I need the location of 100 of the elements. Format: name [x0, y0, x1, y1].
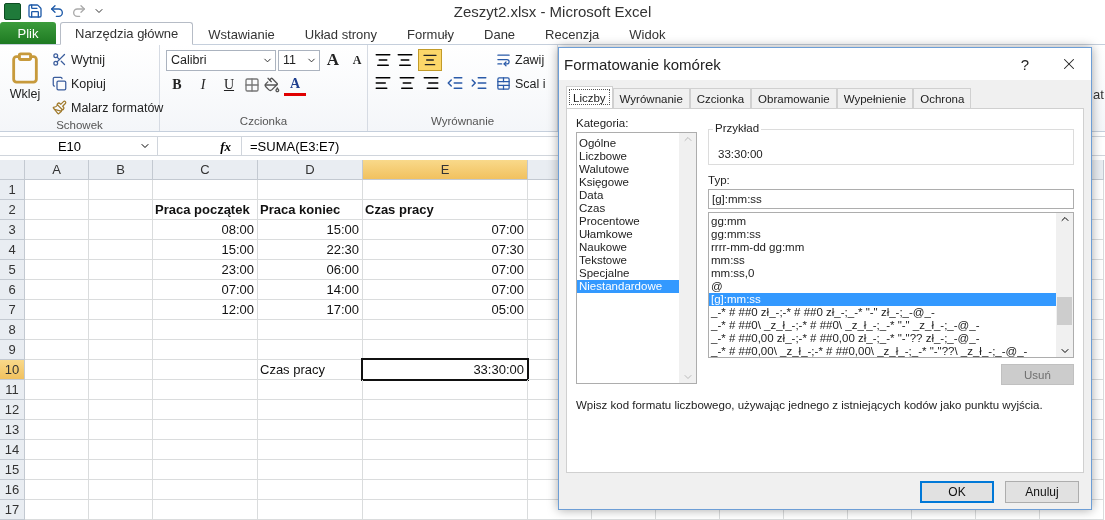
format-item[interactable]: rrrr-mm-dd gg:mm: [709, 241, 1056, 254]
cell-text: 14:00: [325, 282, 359, 297]
row-header[interactable]: 3: [0, 220, 25, 240]
italic-button[interactable]: I: [192, 74, 214, 96]
cell-text: 07:00: [220, 282, 254, 297]
ribbon-tab[interactable]: Wstawianie: [193, 22, 290, 45]
font-name-field[interactable]: Calibri: [166, 49, 276, 71]
format-item[interactable]: _-* # ##0,00 zł_-;-* # ##0,00 zł_-;_-* "-"?? zł_-;_-@_-: [709, 332, 1056, 345]
cell-text: 07:30: [490, 242, 524, 257]
paste-button[interactable]: Wklej: [6, 49, 44, 118]
row-header[interactable]: 15: [0, 460, 25, 480]
font-color-button[interactable]: A: [284, 74, 306, 96]
cell-text: 07:00: [490, 262, 524, 277]
category-item[interactable]: Księgowe: [577, 176, 679, 189]
row-header[interactable]: 7: [0, 300, 25, 320]
category-list[interactable]: Ogólne Liczbowe Walutowe Księgowe Data Czas Procentowe Ułamkowe Naukowe Tekstowe Specjalne Niestandardowe: [576, 132, 697, 384]
insert-function-button[interactable]: fx: [158, 136, 242, 156]
category-item[interactable]: Tekstowe: [577, 254, 679, 267]
category-label: Kategoria:: [576, 117, 630, 129]
row-header[interactable]: 12: [0, 400, 25, 420]
cell-text: 15:00: [325, 222, 359, 237]
row-header[interactable]: 10: [0, 360, 25, 380]
bold-button[interactable]: B: [166, 74, 188, 96]
ribbon-tab[interactable]: Formuły: [392, 22, 469, 45]
name-box[interactable]: E10: [0, 136, 158, 156]
group-label: Wyrównanie: [429, 114, 496, 129]
grow-font-button[interactable]: A: [322, 49, 344, 71]
row-header[interactable]: 17: [0, 500, 25, 520]
category-item[interactable]: Ułamkowe: [577, 228, 679, 241]
file-tab[interactable]: Plik: [0, 22, 56, 44]
ribbon-tab[interactable]: Dane: [469, 22, 531, 45]
ribbon-tab[interactable]: Widok: [614, 22, 681, 45]
merge-button[interactable]: Scal i: [494, 73, 548, 94]
format-item[interactable]: gg:mm: [709, 215, 1056, 228]
row-header[interactable]: 5: [0, 260, 25, 280]
group-label: Schowek: [55, 118, 104, 133]
ribbon-tab[interactable]: Recenzja: [530, 22, 615, 45]
category-item[interactable]: Czas: [577, 202, 679, 215]
format-item[interactable]: mm:ss,0: [709, 267, 1056, 280]
format-item[interactable]: _-* # ##0 zł_-;-* # ##0 zł_-;_-* "-" zł_-;_-@_-: [709, 306, 1056, 319]
dialog-tab[interactable]: Obramowanie: [751, 88, 837, 108]
column-header[interactable]: A: [25, 160, 89, 180]
cell-text: 12:00: [220, 302, 254, 317]
active-cell[interactable]: 33:30:00: [363, 360, 527, 379]
column-header[interactable]: B: [89, 160, 153, 180]
format-code-field[interactable]: [g]:mm:ss: [708, 189, 1074, 209]
ok-button[interactable]: OK: [920, 481, 994, 503]
row-header[interactable]: 16: [0, 480, 25, 500]
dialog-tab[interactable]: Czcionka: [689, 88, 752, 108]
cell-text: Czas pracy: [260, 362, 327, 377]
help-button[interactable]: ?: [1003, 48, 1047, 80]
cell-text: 08:00: [220, 222, 254, 237]
category-item[interactable]: Procentowe: [577, 215, 679, 228]
ribbon-tab[interactable]: Narzędzia główne: [60, 22, 194, 45]
cell-text: 17:00: [325, 302, 359, 317]
cell-text: 15:00: [220, 242, 254, 257]
column-header[interactable]: C: [153, 160, 258, 180]
format-painter-button[interactable]: Malarz formatów: [50, 97, 166, 118]
category-item[interactable]: Ogólne: [577, 137, 679, 150]
cut-button[interactable]: Wytnij: [50, 49, 166, 70]
sample-label: Przykład: [713, 122, 762, 134]
category-item[interactable]: Specjalne: [577, 267, 679, 280]
column-header[interactable]: D: [258, 160, 363, 180]
cell-text: 23:00: [220, 262, 254, 277]
category-item[interactable]: Liczbowe: [577, 150, 679, 163]
format-item[interactable]: gg:mm:ss: [709, 228, 1056, 241]
column-header[interactable]: E: [363, 160, 528, 180]
format-item[interactable]: mm:ss: [709, 254, 1056, 267]
row-header[interactable]: 13: [0, 420, 25, 440]
row-header[interactable]: 2: [0, 200, 25, 220]
wrap-text-button[interactable]: Zawij: [494, 49, 548, 70]
copy-button[interactable]: Kopiuj: [50, 73, 166, 94]
row-header[interactable]: 9: [0, 340, 25, 360]
format-item[interactable]: @: [709, 280, 1056, 293]
shrink-font-button[interactable]: A: [346, 49, 368, 71]
cancel-button[interactable]: Anuluj: [1005, 481, 1079, 503]
category-item[interactable]: Walutowe: [577, 163, 679, 176]
category-item[interactable]: Data: [577, 189, 679, 202]
cell-text: 22:30: [325, 242, 359, 257]
ribbon-tab[interactable]: Układ strony: [289, 22, 393, 45]
dialog-title: Formatowanie komórek: [564, 55, 722, 73]
row-header[interactable]: 11: [0, 380, 25, 400]
formula-field[interactable]: =SUMA(E3:E7): [242, 138, 340, 154]
ribbon-label: at: [1093, 87, 1104, 102]
dialog-tab[interactable]: Wyrównanie: [612, 88, 690, 108]
cell-text: 06:00: [325, 262, 359, 277]
row-header[interactable]: 1: [0, 180, 25, 200]
row-header[interactable]: 14: [0, 440, 25, 460]
dialog-tab[interactable]: Wypełnienie: [836, 88, 914, 108]
dialog-tab[interactable]: Ochrona: [913, 88, 972, 108]
category-item[interactable]: Naukowe: [577, 241, 679, 254]
row-header[interactable]: 4: [0, 240, 25, 260]
row-header[interactable]: 6: [0, 280, 25, 300]
format-item[interactable]: _-* # ##0,00\ _z_ł_-;-* # ##0,00\ _z_ł_-;_-* "-"??\ _z_ł_-;_-@_-: [709, 345, 1056, 357]
cell-text: Praca koniec: [260, 202, 342, 217]
row-header[interactable]: 8: [0, 320, 25, 340]
format-item[interactable]: _-* # ##0\ _z_ł_-;-* # ##0\ _z_ł_-;_-* "-" _z_ł_-;_-@_-: [709, 319, 1056, 332]
underline-button[interactable]: U: [218, 74, 240, 96]
font-size-field[interactable]: 11: [278, 49, 320, 71]
dialog-tab[interactable]: Liczby: [566, 86, 613, 108]
